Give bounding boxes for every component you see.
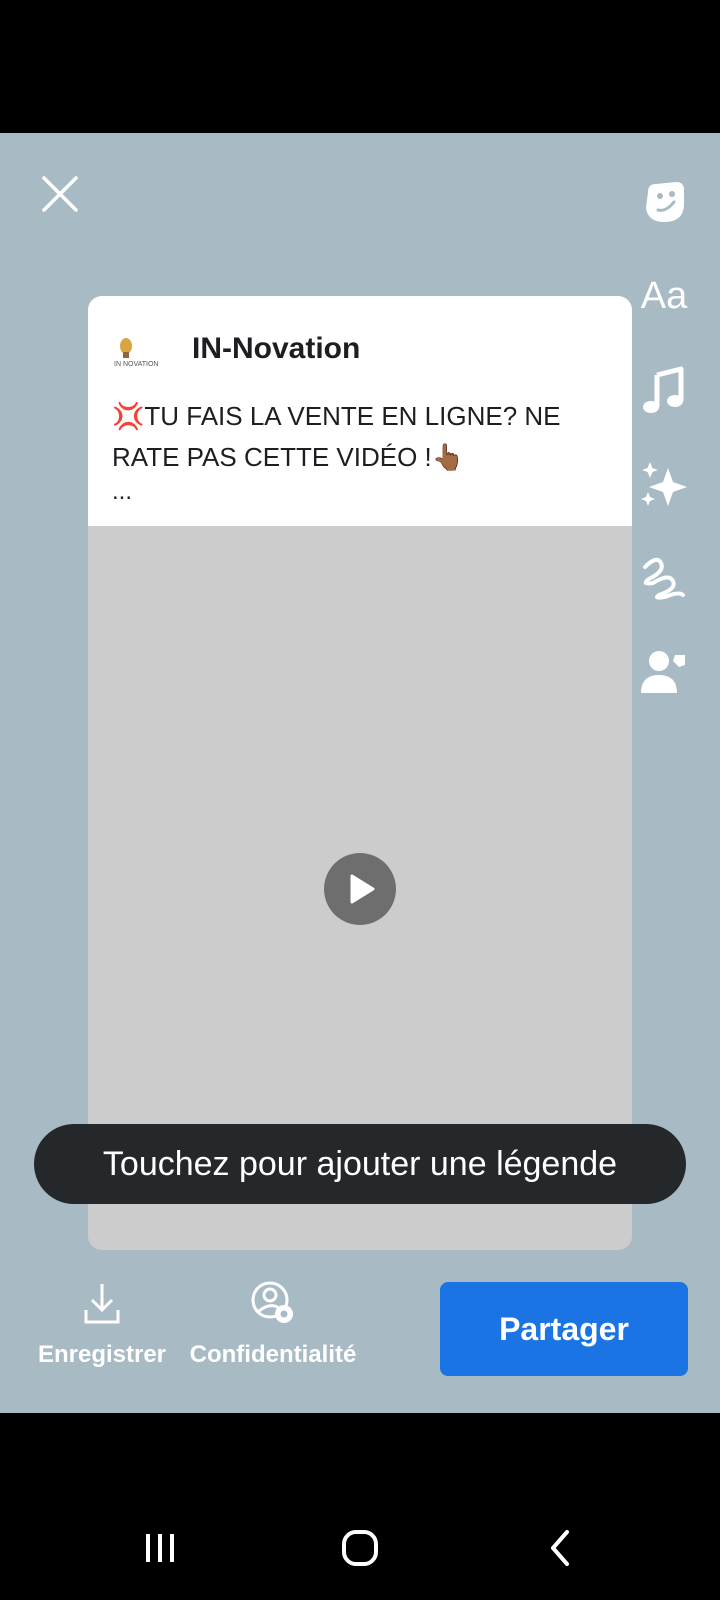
post-text: 💢TU FAIS LA VENTE EN LIGNE? NE RATE PAS … <box>112 401 561 472</box>
recent-apps-icon <box>146 1534 174 1562</box>
sticker-button[interactable] <box>636 174 692 230</box>
privacy-label: Confidentialité <box>189 1341 357 1368</box>
privacy-button[interactable]: Confidentialité <box>180 1280 366 1369</box>
tag-people-button[interactable] <box>636 644 692 700</box>
privacy-settings-icon <box>251 1281 293 1323</box>
tag-people-icon <box>641 651 685 693</box>
back-icon <box>551 1530 569 1566</box>
page-name: IN-Novation <box>192 332 361 365</box>
caption-placeholder: Touchez pour ajouter une légende <box>102 1144 618 1183</box>
scribble-icon <box>643 557 685 600</box>
post-header: IN NOVATION IN-Novation 💢TU FAIS LA VENT… <box>88 296 632 526</box>
effects-button[interactable] <box>636 456 692 512</box>
page-logo: IN NOVATION <box>112 334 178 374</box>
back-button[interactable] <box>530 1523 590 1573</box>
add-caption-button[interactable]: Touchez pour ajouter une légende <box>34 1124 686 1204</box>
home-icon <box>342 1530 378 1566</box>
play-button[interactable] <box>324 853 396 925</box>
system-navigation-bar <box>0 1493 720 1600</box>
share-button[interactable]: Partager <box>440 1282 688 1376</box>
close-button[interactable] <box>38 172 82 216</box>
share-label: Partager <box>499 1310 629 1347</box>
text-tool-button[interactable]: Aa <box>636 268 692 324</box>
play-icon <box>350 874 375 904</box>
save-button[interactable]: Enregistrer <box>32 1280 172 1369</box>
text-icon: Aa <box>640 274 688 317</box>
close-icon <box>42 176 78 212</box>
music-button[interactable] <box>636 362 692 418</box>
effects-icon <box>641 462 687 506</box>
post-ellipsis: ... <box>112 478 133 505</box>
svg-text:IN NOVATION: IN NOVATION <box>114 361 158 368</box>
music-icon <box>643 366 684 413</box>
home-button[interactable] <box>330 1523 390 1573</box>
recent-apps-button[interactable] <box>130 1523 190 1573</box>
save-label: Enregistrer <box>37 1341 167 1368</box>
sticker-icon <box>646 182 684 222</box>
download-icon <box>84 1284 120 1324</box>
shared-post-card[interactable]: IN NOVATION IN-Novation 💢TU FAIS LA VENT… <box>88 296 632 1250</box>
scribble-button[interactable] <box>636 550 692 606</box>
